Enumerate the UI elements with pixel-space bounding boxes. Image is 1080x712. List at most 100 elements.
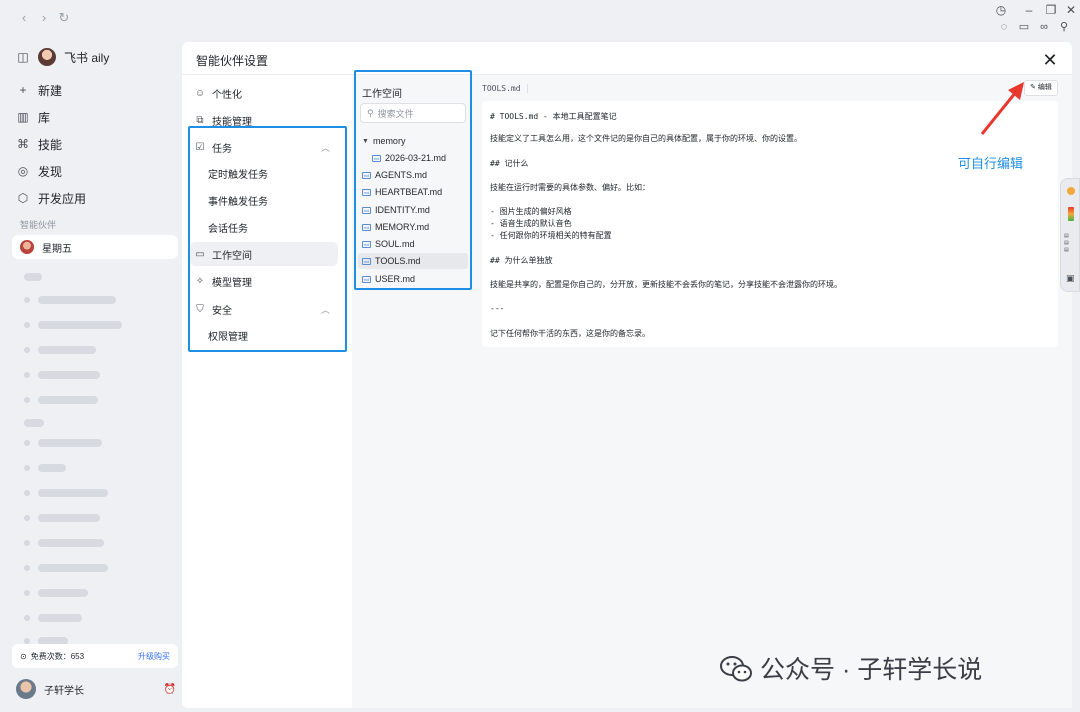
window-close-icon[interactable]: ✕ <box>1062 2 1080 18</box>
sidebar-item-3[interactable]: ◎ 发现 <box>16 158 176 184</box>
history-item-blurred <box>24 345 96 355</box>
sidebar-item-label: 发现 <box>38 164 63 179</box>
history-icon[interactable]: ◷ <box>992 2 1010 18</box>
doc-line: - 任何跟你的环境相关的特有配置 <box>490 231 612 240</box>
sidebar-toggle-icon[interactable]: ◫ <box>16 50 30 64</box>
sidebar-item-4[interactable]: ⬡ 开发应用 <box>16 185 176 211</box>
history-item-blurred <box>24 272 42 282</box>
partner-item[interactable]: 星期五 <box>12 235 178 259</box>
refresh-icon[interactable]: ↻ <box>56 10 72 26</box>
plus-icon: + <box>19 83 27 97</box>
workspace-file-panel: 工作空间 ⚲ 搜索文件 ▼ memory md 2026-03-21.md md AG… <box>352 74 474 708</box>
discover-icon: ◎ <box>17 164 29 178</box>
screen-icon[interactable]: ▭ <box>1016 19 1032 35</box>
doc-line: --- <box>490 304 505 313</box>
nav-skills[interactable]: ⧉ 技能管理 <box>190 108 338 132</box>
widget-stats-icon: ▤ ▤ ▤ <box>1064 233 1069 253</box>
annotation-label: 可自行编辑 <box>958 156 1024 171</box>
user-row[interactable]: 子轩学长 ⏰ <box>16 678 176 700</box>
user-avatar <box>16 679 36 699</box>
nav-model[interactable]: ✧ 模型管理 <box>190 269 338 293</box>
nav-tasks-icon: ☑ <box>195 141 205 153</box>
history-item-blurred <box>24 538 104 548</box>
chat-icon[interactable]: ◌ <box>996 19 1012 35</box>
history-item-blurred <box>24 438 102 448</box>
chevron-up-icon[interactable]: ︿ <box>321 141 330 154</box>
partner-avatar <box>20 240 34 254</box>
close-icon[interactable]: ✕ <box>1040 50 1060 70</box>
file-item[interactable]: md IDENTITY.md <box>358 202 468 218</box>
nav-label: 任务 <box>212 143 232 155</box>
pin-icon[interactable]: ⚲ <box>1056 19 1072 35</box>
annotation-arrow <box>980 82 1024 135</box>
edit-button[interactable]: ✎ 编辑 <box>1024 80 1058 96</box>
nav-session[interactable]: 会话任务 <box>190 215 338 239</box>
file-name: MEMORY.md <box>375 222 430 232</box>
restore-icon[interactable]: ❐ <box>1042 2 1060 18</box>
file-item[interactable]: md MEMORY.md <box>358 219 468 235</box>
file-search-input[interactable]: ⚲ 搜索文件 <box>360 103 466 123</box>
file-name: HEARTBEAT.md <box>375 187 443 197</box>
minimize-icon[interactable]: – <box>1020 2 1038 18</box>
nav-label: 定时触发任务 <box>208 169 268 181</box>
doc-line: 记下任何帮你干活的东西，这是你的备忘录。 <box>490 329 650 338</box>
watermark-text: 公众号 · 子轩学长说 <box>760 656 983 684</box>
file-item[interactable]: md SOUL.md <box>358 236 468 252</box>
file-name: 2026-03-21.md <box>385 153 447 163</box>
back-icon[interactable]: ‹ <box>16 10 32 26</box>
file-item[interactable]: md USER.md <box>358 271 468 287</box>
forward-icon[interactable]: › <box>36 10 52 26</box>
markdown-file-icon: md <box>362 188 371 196</box>
nav-label: 事件触发任务 <box>208 196 268 208</box>
app-avatar <box>38 48 56 66</box>
file-item[interactable]: md TOOLS.md <box>358 253 468 269</box>
app-sidebar: ◫ 飞书 aily + 新建 ▥ 库 ⌘ 技能 ◎ 发现 ⬡ 开发应用 智能伙伴 星期五 ⊙ 免费… <box>8 38 182 704</box>
edit-button-label: 编辑 <box>1037 84 1052 91</box>
upgrade-link[interactable]: 升级购买 <box>138 651 170 662</box>
markdown-document[interactable]: # TOOLS.md - 本地工具配置笔记 技能定义了工具怎么用，这个文件记的是你… <box>482 101 1058 347</box>
nav-security[interactable]: ⛉ 安全 ︿ <box>190 297 338 321</box>
nav-workspace[interactable]: ▭ 工作空间 <box>190 242 338 266</box>
quota-icon: ⊙ <box>20 651 27 661</box>
floating-widget[interactable]: ▤ ▤ ▤ ▣ <box>1060 178 1080 292</box>
doc-line: ## 为什么单独放 <box>490 256 553 265</box>
nav-label: 安全 <box>212 305 232 317</box>
file-item[interactable]: md HEARTBEAT.md <box>358 184 468 200</box>
nav-event[interactable]: 事件触发任务 <box>190 188 338 212</box>
file-item[interactable]: md AGENTS.md <box>358 167 468 183</box>
widget-meter-icon <box>1068 207 1074 221</box>
folder-memory[interactable]: ▼ memory <box>358 133 468 149</box>
history-item-blurred <box>24 588 88 598</box>
nav-permission[interactable]: 权限管理 <box>190 323 338 347</box>
nav-tasks[interactable]: ☑ 任务 ︿ <box>190 135 338 159</box>
widget-badge-icon <box>1067 187 1075 195</box>
nav-workspace-icon: ▭ <box>195 248 205 260</box>
caret-down-icon: ▼ <box>362 137 369 145</box>
nav-timed[interactable]: 定时触发任务 <box>190 161 338 185</box>
skill-icon: ⌘ <box>17 137 29 151</box>
doc-line: - 语音生成的默认音色 <box>490 219 572 228</box>
open-file-tab[interactable]: TOOLS.md <box>482 84 528 93</box>
sidebar-item-label: 库 <box>38 110 51 125</box>
app-name: 飞书 aily <box>64 50 110 65</box>
sidebar-item-1[interactable]: ▥ 库 <box>16 104 176 130</box>
doc-line: 技能是共享的，配置是你自己的，分开放，更新技能不会丢你的笔记，分享技能不会泄露你… <box>490 280 842 289</box>
history-item-blurred <box>24 395 98 405</box>
sidebar-item-2[interactable]: ⌘ 技能 <box>16 131 176 157</box>
watermark: 公众号 · 子轩学长说 <box>720 650 982 686</box>
partner-settings-dialog: 智能伙伴设置 ✕ ☺ 个性化 ⧉ 技能管理 ☑ 任务 ︿ 定时触发任务 事件触发任务 会话任务 ▭ 工… <box>182 42 1072 708</box>
nav-label: 模型管理 <box>212 277 252 289</box>
alarm-icon[interactable]: ⏰ <box>164 684 176 695</box>
quota-bar: ⊙ 免费次数：653 升级购买 <box>12 644 178 668</box>
nav-personalize[interactable]: ☺ 个性化 <box>190 81 338 105</box>
markdown-file-icon: md <box>362 275 371 283</box>
sidebar-item-0[interactable]: + 新建 <box>16 77 176 103</box>
nav-label: 权限管理 <box>208 331 248 343</box>
history-item-blurred <box>24 513 100 523</box>
doc-line: ## 记什么 <box>490 159 529 168</box>
chevron-up-icon[interactable]: ︿ <box>321 303 330 316</box>
nav-model-icon: ✧ <box>195 275 205 287</box>
link-icon[interactable]: ∞ <box>1036 19 1052 35</box>
history-item-blurred <box>24 613 82 623</box>
file-item[interactable]: md 2026-03-21.md <box>358 150 468 166</box>
